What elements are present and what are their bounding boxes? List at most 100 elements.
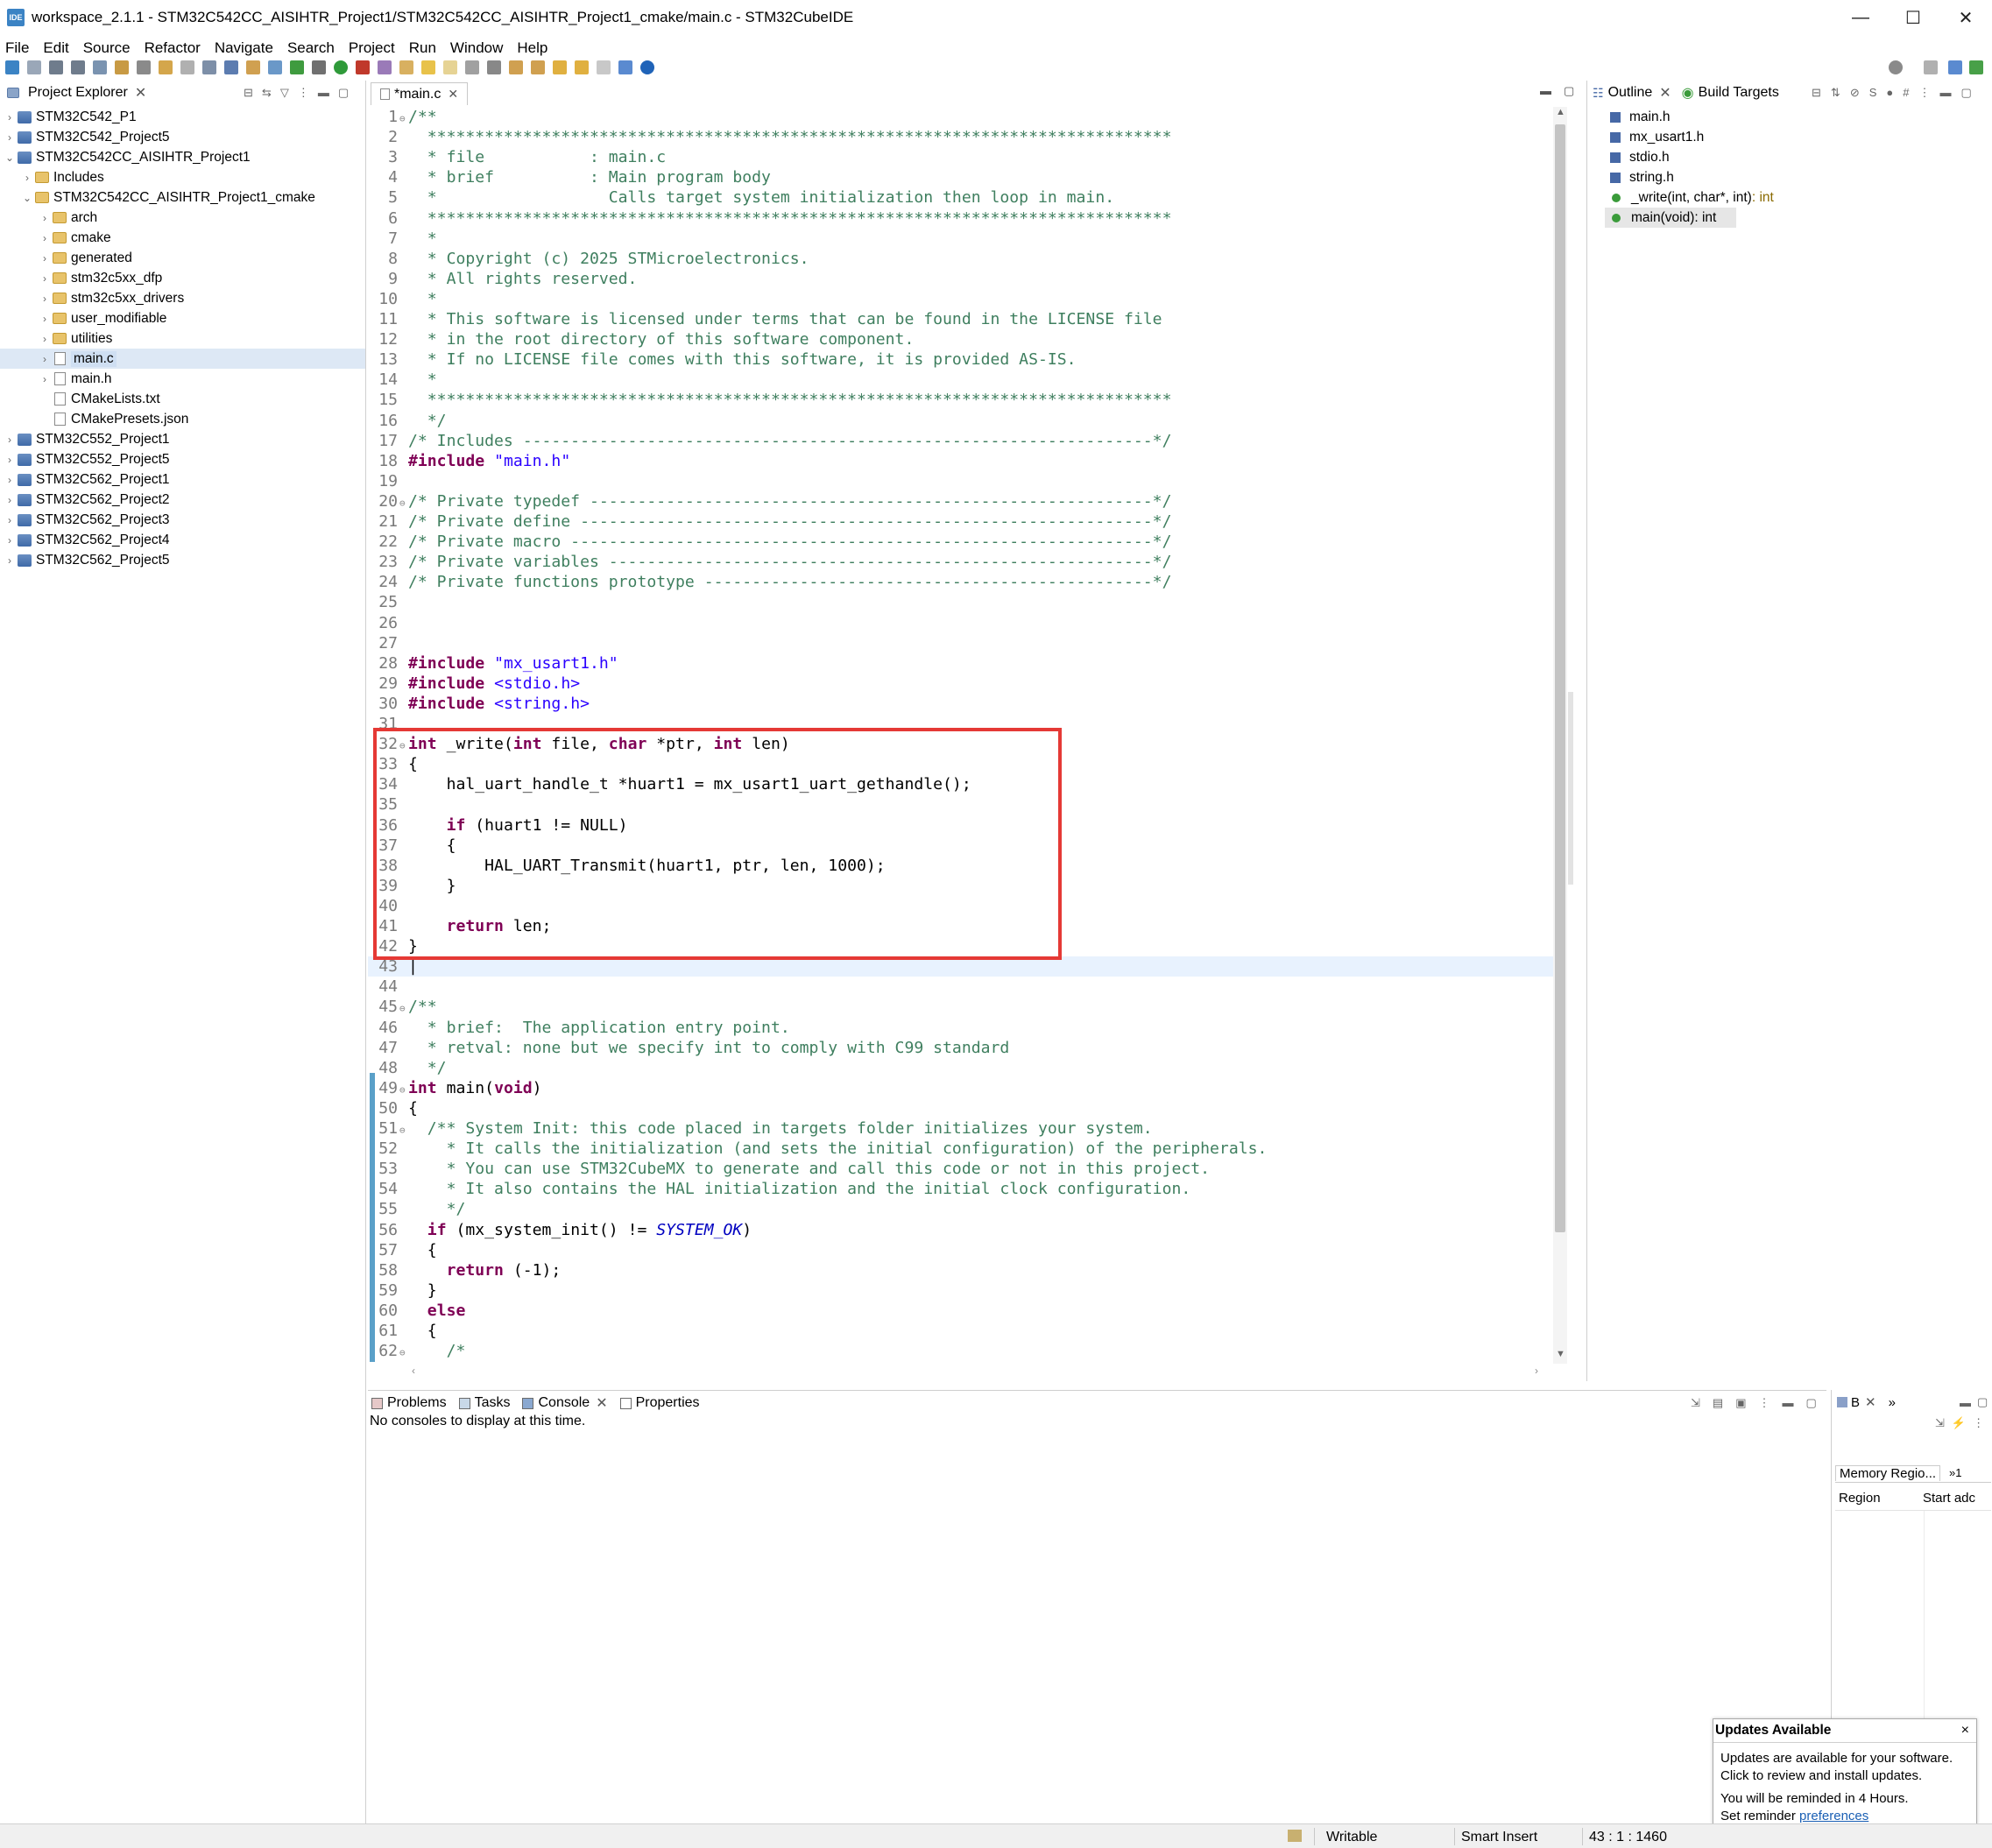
code-line[interactable]: 50{ (368, 1098, 1559, 1118)
code-line[interactable]: 11 * This software is licensed under ter… (368, 309, 1559, 329)
code-line[interactable]: 51 ⊖ /** System Init: this code placed in… (368, 1118, 1559, 1139)
minimize-button[interactable]: — (1834, 0, 1887, 35)
maximize-outline-icon[interactable]: ▢ (1960, 86, 1971, 100)
close-tab-icon[interactable]: ✕ (448, 87, 458, 102)
open-console-icon[interactable]: ▣ (1735, 1396, 1746, 1410)
code-line[interactable]: 24 /* Private functions prototype -------… (368, 572, 1559, 592)
code-line[interactable]: 25 (368, 592, 1559, 612)
collapse-outline-icon[interactable]: ⊟ (1812, 86, 1821, 100)
open-task-icon[interactable] (378, 60, 392, 74)
ide-icon[interactable] (5, 60, 19, 74)
code-line[interactable]: 26 (368, 613, 1559, 633)
memory-regions-tab[interactable]: Memory Regio... (1835, 1464, 1941, 1481)
close-memory-icon[interactable]: ✕ (1865, 1394, 1876, 1410)
code-line[interactable]: 58 return (-1); (368, 1260, 1559, 1280)
minimize-outline-icon[interactable]: ▬ (1939, 86, 1951, 100)
outline-item[interactable]: main.h (1587, 107, 1992, 127)
outline-item[interactable]: string.h (1587, 167, 1992, 187)
pin-console-icon[interactable]: ⇲ (1691, 1396, 1700, 1410)
code-line[interactable]: 47 * retval: none but we specify int to … (368, 1038, 1559, 1058)
memory-menu-icon[interactable]: ⋮ (1973, 1416, 1984, 1430)
tree-item[interactable]: › main.c (0, 349, 365, 369)
editor-scroll-thumb[interactable] (1555, 124, 1565, 1232)
tree-item[interactable]: › STM32C562_Project3 (0, 510, 365, 530)
redo-icon[interactable] (180, 60, 194, 74)
chevron-right-icon[interactable]: › (39, 373, 51, 385)
tree-item[interactable]: ⌄ STM32C542CC_AISIHTR_Project1_cmake (0, 187, 365, 208)
pilcrow-icon[interactable] (487, 60, 501, 74)
filter-icon[interactable]: ▽ (280, 86, 289, 100)
new-class-icon[interactable] (268, 60, 282, 74)
refresh-memory-icon[interactable]: ⇲ (1935, 1416, 1945, 1430)
code-line[interactable]: 27 (368, 633, 1559, 653)
overflow-tabs[interactable]: » (1889, 1395, 1896, 1410)
minimize-memory-icon[interactable]: ▬ (1960, 1396, 1971, 1409)
chevron-right-icon[interactable]: › (39, 313, 51, 325)
run-icon[interactable] (334, 60, 348, 74)
tree-item[interactable]: › stm32c5xx_dfp (0, 268, 365, 288)
link-editor-icon[interactable]: ⇆ (262, 86, 272, 100)
console-menu-icon[interactable]: ⋮ (1759, 1396, 1770, 1410)
debug-config-icon[interactable] (93, 60, 107, 74)
debug-perspective-icon[interactable] (1969, 60, 1983, 74)
editor-tab-main-c[interactable]: *main.c ✕ (371, 82, 469, 105)
code-line[interactable]: 56 if (mx_system_init() != SYSTEM_OK) (368, 1220, 1559, 1240)
menu-file[interactable]: File (5, 39, 29, 57)
code-line[interactable]: 53 * You can use STM32CubeMX to generate… (368, 1159, 1559, 1179)
code-line[interactable]: 13 * If no LICENSE file comes with this … (368, 349, 1559, 370)
search-global-icon[interactable] (1889, 60, 1903, 74)
code-line[interactable]: 6 **************************************… (368, 208, 1559, 229)
tree-item[interactable]: › STM32C542_Project5 (0, 127, 365, 147)
chevron-down-icon[interactable]: ⌄ (4, 152, 16, 164)
build-icon[interactable] (115, 60, 129, 74)
show-whitespace-icon[interactable] (465, 60, 479, 74)
outline-item[interactable]: main(void) : int (1605, 208, 1736, 228)
code-line[interactable]: 29 #include <stdio.h> (368, 674, 1559, 694)
col-region[interactable]: Region (1835, 1491, 1923, 1506)
code-line[interactable]: 9 * All rights reserved. (368, 269, 1559, 289)
outline-tab[interactable]: Outline (1608, 85, 1653, 101)
fold-toggle-icon[interactable]: ⊖ (399, 998, 408, 1019)
code-line[interactable]: 55 */ (368, 1199, 1559, 1219)
scroll-down-icon[interactable]: ▼ (1556, 1349, 1565, 1359)
tree-item[interactable]: › STM32C552_Project5 (0, 449, 365, 469)
maximize-editor-icon[interactable]: ▢ (1564, 84, 1574, 98)
hide-nonpublic-icon[interactable]: ● (1886, 86, 1893, 100)
sort-icon[interactable]: ⇅ (1831, 86, 1840, 100)
code-line[interactable]: 54 * It also contains the HAL initializa… (368, 1179, 1559, 1199)
chevron-right-icon[interactable]: › (4, 434, 16, 446)
open-element-icon[interactable] (246, 60, 260, 74)
code-line[interactable]: 48 */ (368, 1058, 1559, 1078)
chevron-right-icon[interactable]: › (4, 534, 16, 547)
editor-horizontal-scrollbar[interactable]: ‹ › (394, 1365, 1551, 1379)
tree-item[interactable]: › STM32C562_Project1 (0, 469, 365, 490)
menu-search[interactable]: Search (287, 39, 335, 57)
maximize-console-icon[interactable]: ▢ (1806, 1396, 1817, 1410)
tree-item[interactable]: › STM32C552_Project1 (0, 429, 365, 449)
chevron-right-icon[interactable]: › (39, 333, 51, 345)
menu-edit[interactable]: Edit (43, 39, 68, 57)
next-annotation-icon[interactable] (509, 60, 523, 74)
properties-tab[interactable]: Properties (619, 1395, 700, 1411)
code-line[interactable]: 17 /* Includes --------------------------… (368, 431, 1559, 451)
toggle-mark-icon[interactable] (421, 60, 435, 74)
clean-icon[interactable] (137, 60, 151, 74)
problems-tab[interactable]: Problems (371, 1395, 447, 1411)
code-line[interactable]: 18 #include "main.h" (368, 451, 1559, 471)
code-line[interactable]: 59 } (368, 1280, 1559, 1301)
forward-icon[interactable] (597, 60, 611, 74)
display-console-icon[interactable]: ▤ (1713, 1396, 1723, 1410)
maximize-view-icon[interactable]: ▢ (338, 86, 349, 100)
memory-subtab-overflow[interactable]: »1 (1949, 1466, 1961, 1479)
search-icon[interactable] (202, 60, 216, 74)
tree-item[interactable]: CMakePresets.json (0, 409, 365, 429)
code-line[interactable]: 62 ⊖ /* (368, 1341, 1559, 1359)
tree-item[interactable]: CMakeLists.txt (0, 389, 365, 409)
back-icon[interactable] (575, 60, 589, 74)
tree-item[interactable]: › STM32C562_Project2 (0, 490, 365, 510)
preferences-link[interactable]: preferences (1799, 1809, 1868, 1823)
code-line[interactable]: 10 * (368, 289, 1559, 309)
chevron-right-icon[interactable]: › (39, 353, 51, 365)
outline-item[interactable]: stdio.h (1587, 147, 1992, 167)
tree-item[interactable]: › cmake (0, 228, 365, 248)
